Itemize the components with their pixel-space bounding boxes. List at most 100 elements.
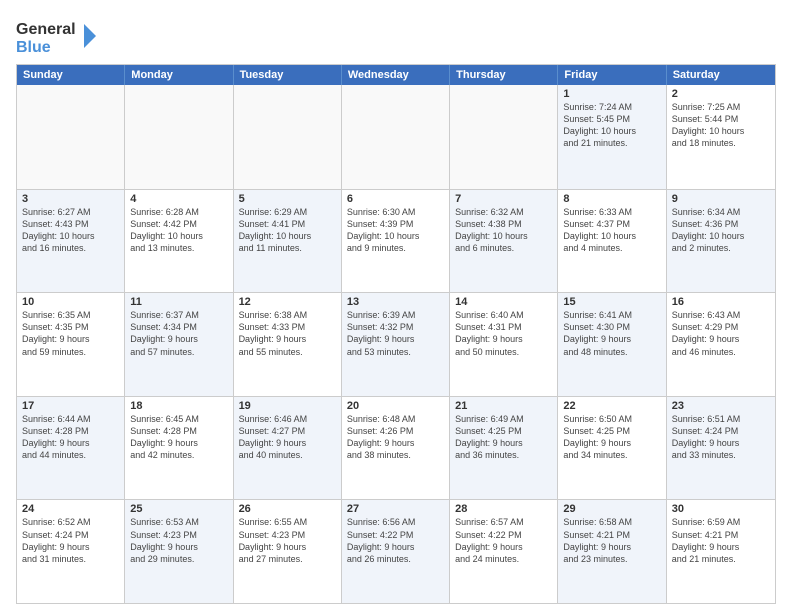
calendar-cell: 4Sunrise: 6:28 AM Sunset: 4:42 PM Daylig… [125,190,233,293]
calendar-row-4: 24Sunrise: 6:52 AM Sunset: 4:24 PM Dayli… [17,499,775,603]
calendar-cell [17,85,125,189]
calendar-body: 1Sunrise: 7:24 AM Sunset: 5:45 PM Daylig… [17,85,775,603]
day-number: 16 [672,296,770,308]
day-info: Sunrise: 6:33 AM Sunset: 4:37 PM Dayligh… [563,206,660,255]
day-info: Sunrise: 6:39 AM Sunset: 4:32 PM Dayligh… [347,309,444,358]
day-number: 9 [672,193,770,205]
calendar-row-3: 17Sunrise: 6:44 AM Sunset: 4:28 PM Dayli… [17,396,775,500]
day-number: 4 [130,193,227,205]
day-number: 27 [347,503,444,515]
day-info: Sunrise: 6:48 AM Sunset: 4:26 PM Dayligh… [347,413,444,462]
day-number: 24 [22,503,119,515]
day-number: 15 [563,296,660,308]
day-info: Sunrise: 6:40 AM Sunset: 4:31 PM Dayligh… [455,309,552,358]
calendar-cell: 21Sunrise: 6:49 AM Sunset: 4:25 PM Dayli… [450,397,558,500]
day-info: Sunrise: 6:45 AM Sunset: 4:28 PM Dayligh… [130,413,227,462]
day-info: Sunrise: 7:25 AM Sunset: 5:44 PM Dayligh… [672,101,770,150]
calendar-cell: 30Sunrise: 6:59 AM Sunset: 4:21 PM Dayli… [667,500,775,603]
calendar-cell: 3Sunrise: 6:27 AM Sunset: 4:43 PM Daylig… [17,190,125,293]
calendar-cell: 2Sunrise: 7:25 AM Sunset: 5:44 PM Daylig… [667,85,775,189]
day-info: Sunrise: 6:52 AM Sunset: 4:24 PM Dayligh… [22,516,119,565]
day-number: 21 [455,400,552,412]
calendar-cell: 19Sunrise: 6:46 AM Sunset: 4:27 PM Dayli… [234,397,342,500]
calendar-cell: 29Sunrise: 6:58 AM Sunset: 4:21 PM Dayli… [558,500,666,603]
svg-text:Blue: Blue [16,39,51,56]
day-number: 6 [347,193,444,205]
day-info: Sunrise: 6:57 AM Sunset: 4:22 PM Dayligh… [455,516,552,565]
calendar-cell: 26Sunrise: 6:55 AM Sunset: 4:23 PM Dayli… [234,500,342,603]
calendar-cell [234,85,342,189]
day-number: 23 [672,400,770,412]
day-info: Sunrise: 6:46 AM Sunset: 4:27 PM Dayligh… [239,413,336,462]
calendar-cell [450,85,558,189]
header-cell-thursday: Thursday [450,65,558,85]
header-cell-saturday: Saturday [667,65,775,85]
day-number: 25 [130,503,227,515]
calendar-cell: 14Sunrise: 6:40 AM Sunset: 4:31 PM Dayli… [450,293,558,396]
calendar-cell: 10Sunrise: 6:35 AM Sunset: 4:35 PM Dayli… [17,293,125,396]
day-info: Sunrise: 6:44 AM Sunset: 4:28 PM Dayligh… [22,413,119,462]
calendar-cell: 20Sunrise: 6:48 AM Sunset: 4:26 PM Dayli… [342,397,450,500]
day-info: Sunrise: 6:58 AM Sunset: 4:21 PM Dayligh… [563,516,660,565]
header: GeneralBlue [16,12,776,58]
calendar-cell: 7Sunrise: 6:32 AM Sunset: 4:38 PM Daylig… [450,190,558,293]
calendar-cell: 17Sunrise: 6:44 AM Sunset: 4:28 PM Dayli… [17,397,125,500]
day-number: 8 [563,193,660,205]
day-info: Sunrise: 6:30 AM Sunset: 4:39 PM Dayligh… [347,206,444,255]
day-number: 19 [239,400,336,412]
day-info: Sunrise: 6:43 AM Sunset: 4:29 PM Dayligh… [672,309,770,358]
calendar-cell: 25Sunrise: 6:53 AM Sunset: 4:23 PM Dayli… [125,500,233,603]
day-number: 5 [239,193,336,205]
calendar-cell: 18Sunrise: 6:45 AM Sunset: 4:28 PM Dayli… [125,397,233,500]
calendar-cell: 9Sunrise: 6:34 AM Sunset: 4:36 PM Daylig… [667,190,775,293]
calendar-cell: 13Sunrise: 6:39 AM Sunset: 4:32 PM Dayli… [342,293,450,396]
calendar-cell [125,85,233,189]
calendar-cell: 12Sunrise: 6:38 AM Sunset: 4:33 PM Dayli… [234,293,342,396]
day-info: Sunrise: 7:24 AM Sunset: 5:45 PM Dayligh… [563,101,660,150]
day-info: Sunrise: 6:53 AM Sunset: 4:23 PM Dayligh… [130,516,227,565]
calendar: SundayMondayTuesdayWednesdayThursdayFrid… [16,64,776,604]
day-number: 28 [455,503,552,515]
day-number: 10 [22,296,119,308]
day-number: 14 [455,296,552,308]
day-info: Sunrise: 6:37 AM Sunset: 4:34 PM Dayligh… [130,309,227,358]
svg-text:General: General [16,21,76,38]
calendar-cell: 27Sunrise: 6:56 AM Sunset: 4:22 PM Dayli… [342,500,450,603]
day-info: Sunrise: 6:35 AM Sunset: 4:35 PM Dayligh… [22,309,119,358]
calendar-cell: 23Sunrise: 6:51 AM Sunset: 4:24 PM Dayli… [667,397,775,500]
calendar-cell: 15Sunrise: 6:41 AM Sunset: 4:30 PM Dayli… [558,293,666,396]
day-info: Sunrise: 6:34 AM Sunset: 4:36 PM Dayligh… [672,206,770,255]
day-info: Sunrise: 6:56 AM Sunset: 4:22 PM Dayligh… [347,516,444,565]
calendar-row-0: 1Sunrise: 7:24 AM Sunset: 5:45 PM Daylig… [17,85,775,189]
day-number: 17 [22,400,119,412]
day-number: 18 [130,400,227,412]
day-number: 1 [563,88,660,100]
day-info: Sunrise: 6:50 AM Sunset: 4:25 PM Dayligh… [563,413,660,462]
calendar-cell [342,85,450,189]
day-number: 3 [22,193,119,205]
day-info: Sunrise: 6:29 AM Sunset: 4:41 PM Dayligh… [239,206,336,255]
day-number: 22 [563,400,660,412]
header-cell-monday: Monday [125,65,233,85]
day-number: 7 [455,193,552,205]
calendar-cell: 22Sunrise: 6:50 AM Sunset: 4:25 PM Dayli… [558,397,666,500]
day-info: Sunrise: 6:51 AM Sunset: 4:24 PM Dayligh… [672,413,770,462]
day-info: Sunrise: 6:41 AM Sunset: 4:30 PM Dayligh… [563,309,660,358]
calendar-cell: 8Sunrise: 6:33 AM Sunset: 4:37 PM Daylig… [558,190,666,293]
day-number: 2 [672,88,770,100]
calendar-cell: 5Sunrise: 6:29 AM Sunset: 4:41 PM Daylig… [234,190,342,293]
header-cell-wednesday: Wednesday [342,65,450,85]
page: GeneralBlue SundayMondayTuesdayWednesday… [0,0,792,612]
header-cell-tuesday: Tuesday [234,65,342,85]
calendar-cell: 24Sunrise: 6:52 AM Sunset: 4:24 PM Dayli… [17,500,125,603]
calendar-row-1: 3Sunrise: 6:27 AM Sunset: 4:43 PM Daylig… [17,189,775,293]
day-number: 12 [239,296,336,308]
calendar-cell: 6Sunrise: 6:30 AM Sunset: 4:39 PM Daylig… [342,190,450,293]
day-info: Sunrise: 6:28 AM Sunset: 4:42 PM Dayligh… [130,206,227,255]
calendar-cell: 1Sunrise: 7:24 AM Sunset: 5:45 PM Daylig… [558,85,666,189]
day-info: Sunrise: 6:38 AM Sunset: 4:33 PM Dayligh… [239,309,336,358]
header-cell-sunday: Sunday [17,65,125,85]
calendar-row-2: 10Sunrise: 6:35 AM Sunset: 4:35 PM Dayli… [17,292,775,396]
calendar-header: SundayMondayTuesdayWednesdayThursdayFrid… [17,65,775,85]
calendar-cell: 11Sunrise: 6:37 AM Sunset: 4:34 PM Dayli… [125,293,233,396]
